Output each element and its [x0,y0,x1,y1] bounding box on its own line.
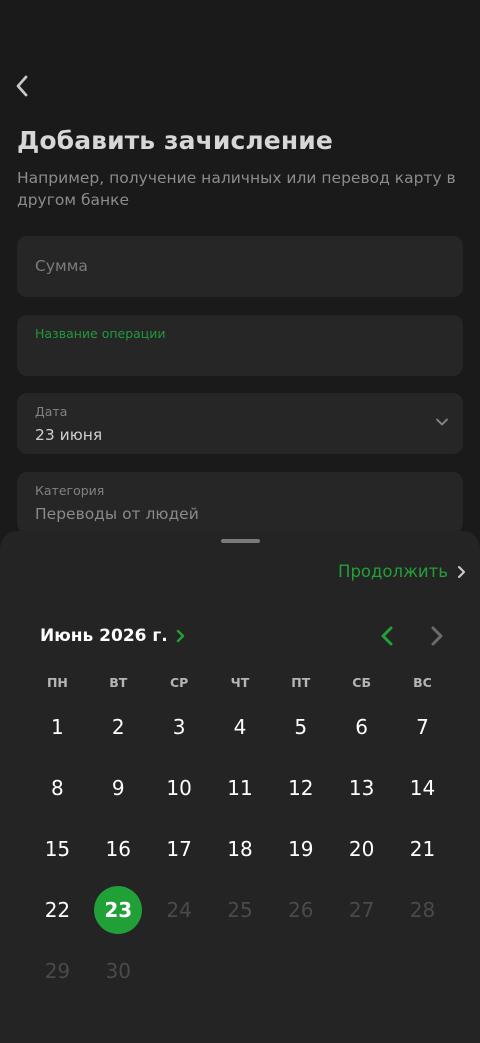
calendar-day[interactable]: 20 [331,819,392,880]
calendar-day[interactable]: 14 [392,758,453,819]
calendar-day-number: 17 [166,836,192,861]
calendar-day-number: 9 [111,776,125,801]
calendar-day[interactable]: 13 [331,758,392,819]
calendar-day-number: 21 [409,836,436,861]
calendar-day-number: 4 [233,715,247,740]
month-picker-button[interactable]: Июнь 2026 г. [40,626,185,646]
page-title: Добавить зачисление [17,126,333,155]
weekday-label: ВС [413,675,432,690]
calendar-day-number: 7 [416,715,429,740]
calendar-day-number: 24 [166,897,192,922]
chevron-right-icon [458,565,465,578]
calendar-day-number: 8 [51,776,64,801]
calendar-day-number: 6 [355,715,368,740]
chevron-right-icon [431,626,443,646]
date-label: Дата [35,404,68,419]
weekday-label: ПТ [291,675,311,690]
days-grid: 1 2 3 4 5 6 7 8 9 10 11 12 13 14 15 16 17 18 19 20 21 22 23 24 2… [27,697,453,1001]
weekday-header: ПН ВТ СР ЧТ ПТ СБ ВС [27,675,453,690]
date-picker-sheet: Продолжить Июнь 2026 г. ПН ВТ СР ЧТ ПТ СБ ВС 1… [0,531,480,1043]
calendar-day-number: 13 [348,776,375,801]
calendar-day[interactable]: 10 [149,758,210,819]
calendar-day[interactable]: 11 [210,758,271,819]
calendar-day[interactable]: 3 [149,697,210,758]
calendar-day-number: 19 [288,836,314,861]
amount-placeholder: Сумма [35,257,88,275]
calendar-day-number: 22 [44,897,71,922]
calendar-day[interactable]: 2 [88,697,149,758]
calendar-day: 24 [149,879,210,940]
calendar-day-number: 12 [288,776,314,801]
category-value: Переводы от людей [35,505,199,523]
chevron-down-icon [436,418,448,426]
calendar-day-number: 18 [227,836,253,861]
calendar-day[interactable]: 5 [270,697,331,758]
weekday-label: ПН [46,675,68,690]
chevron-left-icon [16,75,28,97]
amount-field[interactable]: Сумма [17,236,463,297]
calendar-day-number: 14 [409,776,436,801]
calendar-day: 29 [27,940,88,1001]
operation-name-field[interactable]: Название операции [17,315,463,376]
continue-label: Продолжить [338,562,448,581]
calendar-day: 30 [88,940,149,1001]
calendar-day-number: 28 [409,897,436,922]
calendar-day[interactable]: 12 [270,758,331,819]
back-button[interactable] [8,68,36,104]
calendar-day[interactable]: 1 [27,697,88,758]
month-label: Июнь 2026 г. [40,626,168,646]
chevron-left-icon [381,626,393,646]
calendar-day[interactable]: 4 [210,697,271,758]
calendar-day[interactable]: 8 [27,758,88,819]
weekday-label: ЧТ [230,675,250,690]
calendar-day[interactable]: 21 [392,819,453,880]
chevron-right-icon [176,629,184,643]
calendar-day: 27 [331,879,392,940]
calendar-day-number: 11 [227,776,253,801]
calendar-day-number: 2 [111,715,125,740]
calendar-day[interactable]: 18 [210,819,271,880]
prev-month-button[interactable] [376,624,398,648]
calendar-day[interactable]: 17 [149,819,210,880]
calendar-day-number: 26 [288,897,314,922]
continue-button[interactable]: Продолжить [338,562,466,581]
weekday-label: СБ [352,675,371,690]
calendar-day-number: 1 [51,715,64,740]
calendar-day-number: 20 [348,836,375,861]
calendar-day[interactable]: 9 [88,758,149,819]
calendar-day-number: 3 [172,715,186,740]
calendar-day: 28 [392,879,453,940]
calendar-day-number: 29 [44,958,71,983]
calendar-day[interactable]: 16 [88,819,149,880]
calendar-day[interactable]: 6 [331,697,392,758]
page-subtitle: Например, получение наличных или перевод… [17,169,456,209]
calendar-day: 25 [210,879,271,940]
calendar-day[interactable]: 19 [270,819,331,880]
date-field[interactable]: Дата 23 июня [17,393,463,454]
weekday-label: СР [169,675,189,690]
add-income-screen: Добавить зачисление Например, получение … [0,0,480,1043]
calendar-day-number: 25 [227,897,253,922]
category-field[interactable]: Категория Переводы от людей [17,472,463,533]
weekday-label: ВТ [109,675,128,690]
calendar-day[interactable]: 15 [27,819,88,880]
calendar-day: 26 [270,879,331,940]
calendar-day[interactable]: 22 [27,879,88,940]
calendar-day-number: 5 [294,715,308,740]
category-label: Категория [35,483,105,498]
calendar-day-selected[interactable]: 23 [88,879,149,940]
calendar-day-number: 15 [44,836,71,861]
calendar-day-number: 10 [166,776,192,801]
calendar-day-number: 30 [105,958,131,983]
calendar-day-number: 23 [94,885,143,934]
date-value: 23 июня [35,426,103,444]
calendar-day[interactable]: 7 [392,697,453,758]
operation-name-label: Название операции [35,326,166,341]
calendar-day-number: 27 [348,897,375,922]
calendar-day-number: 16 [105,836,131,861]
sheet-drag-handle[interactable] [221,539,260,543]
next-month-button[interactable] [426,624,448,648]
